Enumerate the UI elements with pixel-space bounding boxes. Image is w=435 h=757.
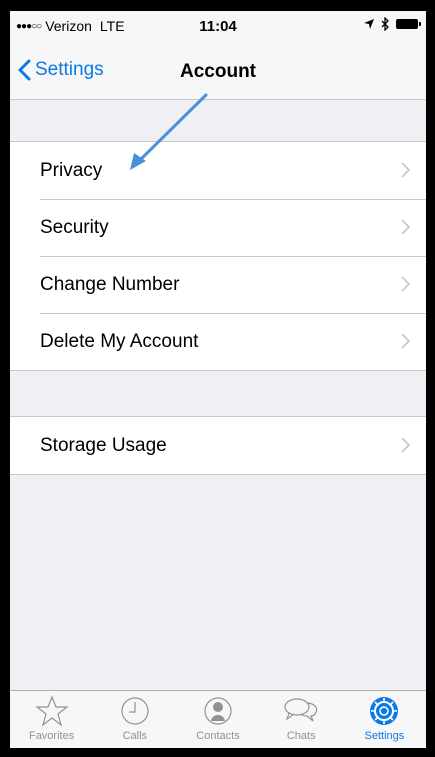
tab-label: Settings <box>364 730 405 742</box>
row-label: Storage Usage <box>40 434 167 456</box>
chat-bubbles-icon <box>284 698 318 722</box>
tab-settings[interactable]: Settings <box>343 691 426 748</box>
chevron-right-icon <box>401 437 410 453</box>
tab-label: Chats <box>286 730 316 742</box>
clock-icon <box>121 697 149 725</box>
bluetooth-icon <box>381 17 389 31</box>
tab-contacts[interactable]: Contacts <box>176 691 259 748</box>
chevron-right-icon <box>401 219 410 235</box>
location-arrow-icon <box>364 19 374 29</box>
account-options-group: Privacy Security Change Number Delete My… <box>10 141 426 371</box>
status-bar: ●●●○○ Verizon LTE 11:04 <box>10 11 426 41</box>
storage-usage-row[interactable]: Storage Usage <box>10 417 426 474</box>
change-number-row[interactable]: Change Number <box>10 256 426 313</box>
battery-icon <box>396 19 421 29</box>
chevron-right-icon <box>401 162 410 178</box>
row-label: Delete My Account <box>40 330 199 352</box>
security-row[interactable]: Security <box>10 199 426 256</box>
tab-chats[interactable]: Chats <box>260 691 343 748</box>
tab-label: Favorites <box>28 730 75 742</box>
tab-calls[interactable]: Calls <box>93 691 176 748</box>
chevron-right-icon <box>401 333 410 349</box>
contact-icon <box>204 697 232 725</box>
delete-account-row[interactable]: Delete My Account <box>10 313 426 370</box>
tab-label: Contacts <box>196 730 240 742</box>
tab-favorites[interactable]: Favorites <box>10 691 93 748</box>
storage-group: Storage Usage <box>10 416 426 475</box>
privacy-row[interactable]: Privacy <box>10 142 426 199</box>
top-bar: ●●●○○ Verizon LTE 11:04 Settings Account <box>10 11 426 100</box>
phone-frame: ●●●○○ Verizon LTE 11:04 Settings Account… <box>0 0 435 757</box>
tab-bar: Favorites Calls Contacts Chats Settings <box>10 690 426 748</box>
row-label: Change Number <box>40 273 180 295</box>
page-title: Account <box>180 61 256 82</box>
chevron-right-icon <box>401 276 410 292</box>
star-icon <box>35 695 68 727</box>
tab-label: Calls <box>122 730 148 742</box>
navigation-bar: Settings Account <box>10 51 426 95</box>
screen: ●●●○○ Verizon LTE 11:04 Settings Account… <box>10 11 426 748</box>
gear-icon <box>370 697 399 725</box>
row-label: Security <box>40 216 109 238</box>
row-label: Privacy <box>40 159 103 181</box>
